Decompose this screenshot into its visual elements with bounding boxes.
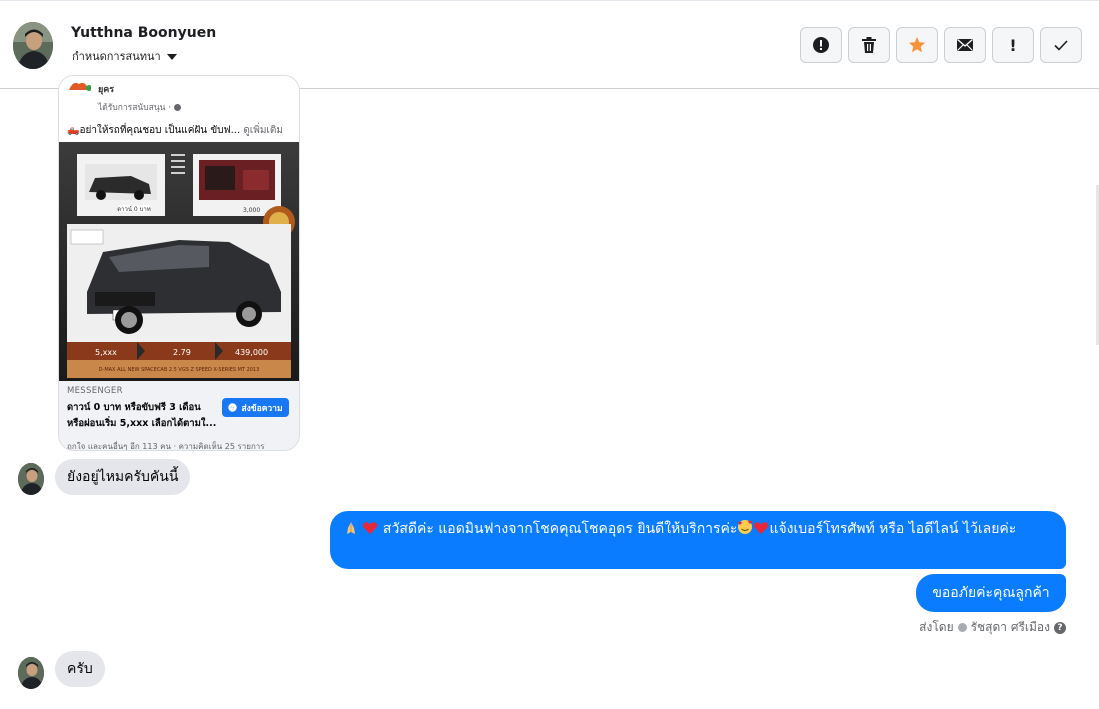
svg-text:3,000: 3,000 <box>243 207 260 214</box>
send-message-button[interactable]: ส่งข้อความ <box>222 398 289 417</box>
checkmark-icon <box>1054 40 1068 51</box>
page-logo-icon <box>69 82 91 91</box>
sent-by-info: ส่งโดย รัชสุดา ศรีเมือง ? <box>919 618 1066 637</box>
ad-car-image: ดาวน์ 0 บาท 3,000 5,xxx 2.79 439,000 D-M… <box>59 142 299 381</box>
ad-page-name: ยุคร <box>98 85 115 95</box>
follow-up-button[interactable]: ! <box>992 27 1034 63</box>
contact-name[interactable]: Yutthna Boonyuen <box>71 25 216 41</box>
svg-text:5,xxx: 5,xxx <box>95 348 117 357</box>
envelope-icon <box>957 39 973 51</box>
outgoing-message-text-continued: แจ้งเบอร์โทรศัพท์ หรือ ไอดีไลน์ ไว้เลยค่… <box>769 521 1017 537</box>
send-message-label: ส่งข้อความ <box>241 403 283 414</box>
star-button[interactable] <box>896 27 938 63</box>
svg-text:439,000: 439,000 <box>235 348 268 357</box>
ad-description: 🛻อย่าให้รถที่คุณชอบ เป็นแค่ฝัน ขับฟ... ด… <box>67 125 283 136</box>
caret-down-icon <box>166 54 177 60</box>
outgoing-message[interactable]: สวัสดีค่ะ แอดมินฟางจากโชคคุณโชคอุดร ยินด… <box>330 511 1066 569</box>
red-heart-icon <box>753 521 769 542</box>
shared-ad-card[interactable]: ยุคร ได้รับการสนับสนุน · 🛻อย่าให้รถที่คุ… <box>58 75 300 451</box>
svg-text:ดาวน์ 0 บาท: ดาวน์ 0 บาท <box>117 205 151 213</box>
verified-dot-icon <box>957 623 967 632</box>
ad-footer-title: ดาวน์ 0 บาท หรือขับฟรี 3 เดือน หรือผ่อนเ… <box>67 402 217 429</box>
sent-by-prefix: ส่งโดย <box>919 620 954 634</box>
svg-text:2.79: 2.79 <box>173 348 191 357</box>
sponsored-label: ได้รับการสนับสนุน · <box>98 100 181 114</box>
exclamation-icon: ! <box>1009 35 1017 55</box>
delete-button[interactable] <box>848 27 890 63</box>
ad-footer-label: MESSENGER <box>67 386 123 396</box>
globe-icon <box>173 104 181 111</box>
mark-done-button[interactable] <box>1040 27 1082 63</box>
sender-avatar[interactable] <box>18 657 44 689</box>
conversation-settings-label: กำหนดการสนทนา <box>72 50 161 63</box>
trash-icon <box>862 37 876 53</box>
ad-card-footer: MESSENGER ดาวน์ 0 บาท หรือขับฟรี 3 เดือน… <box>59 381 299 450</box>
ad-image[interactable]: ดาวน์ 0 บาท 3,000 5,xxx 2.79 439,000 D-M… <box>59 142 299 381</box>
sender-avatar[interactable] <box>18 463 44 495</box>
conversation-settings-dropdown[interactable]: กำหนดการสนทนา <box>72 47 177 65</box>
mark-unread-button[interactable] <box>944 27 986 63</box>
see-more-link[interactable]: ดูเพิ่มเติม <box>243 125 283 136</box>
incoming-message[interactable]: ยังอยู่ไหมครับคันนี้ <box>55 459 191 495</box>
incoming-message[interactable]: ครับ <box>55 651 105 687</box>
svg-text:D-MAX ALL NEW SPACECAB 2.5 VGS: D-MAX ALL NEW SPACECAB 2.5 VGS Z SPEED X… <box>99 367 260 373</box>
mark-spam-button[interactable] <box>800 27 842 63</box>
red-heart-icon <box>362 521 378 542</box>
smiling-hearts-icon <box>737 519 753 542</box>
praying-hands-icon <box>344 521 358 542</box>
messenger-icon <box>228 403 238 412</box>
help-icon[interactable]: ? <box>1054 621 1066 634</box>
header-actions: ! <box>800 27 1082 63</box>
ad-engagement: ถูกใจ และคนอื่นๆ อีก 113 คน · ความคิดเห็… <box>67 442 265 451</box>
ad-card-header: ยุคร ได้รับการสนับสนุน · 🛻อย่าให้รถที่คุ… <box>59 76 299 142</box>
sent-by-name: รัชสุดา ศรีเมือง <box>970 620 1050 634</box>
star-icon <box>909 37 925 53</box>
outgoing-message[interactable]: ขออภัยค่ะคุณลูกค้า <box>916 574 1066 612</box>
contact-avatar[interactable] <box>13 22 53 69</box>
alert-circle-icon <box>813 37 829 53</box>
outgoing-message-text: สวัสดีค่ะ แอดมินฟางจากโชคคุณโชคอุดร ยินด… <box>382 521 738 537</box>
